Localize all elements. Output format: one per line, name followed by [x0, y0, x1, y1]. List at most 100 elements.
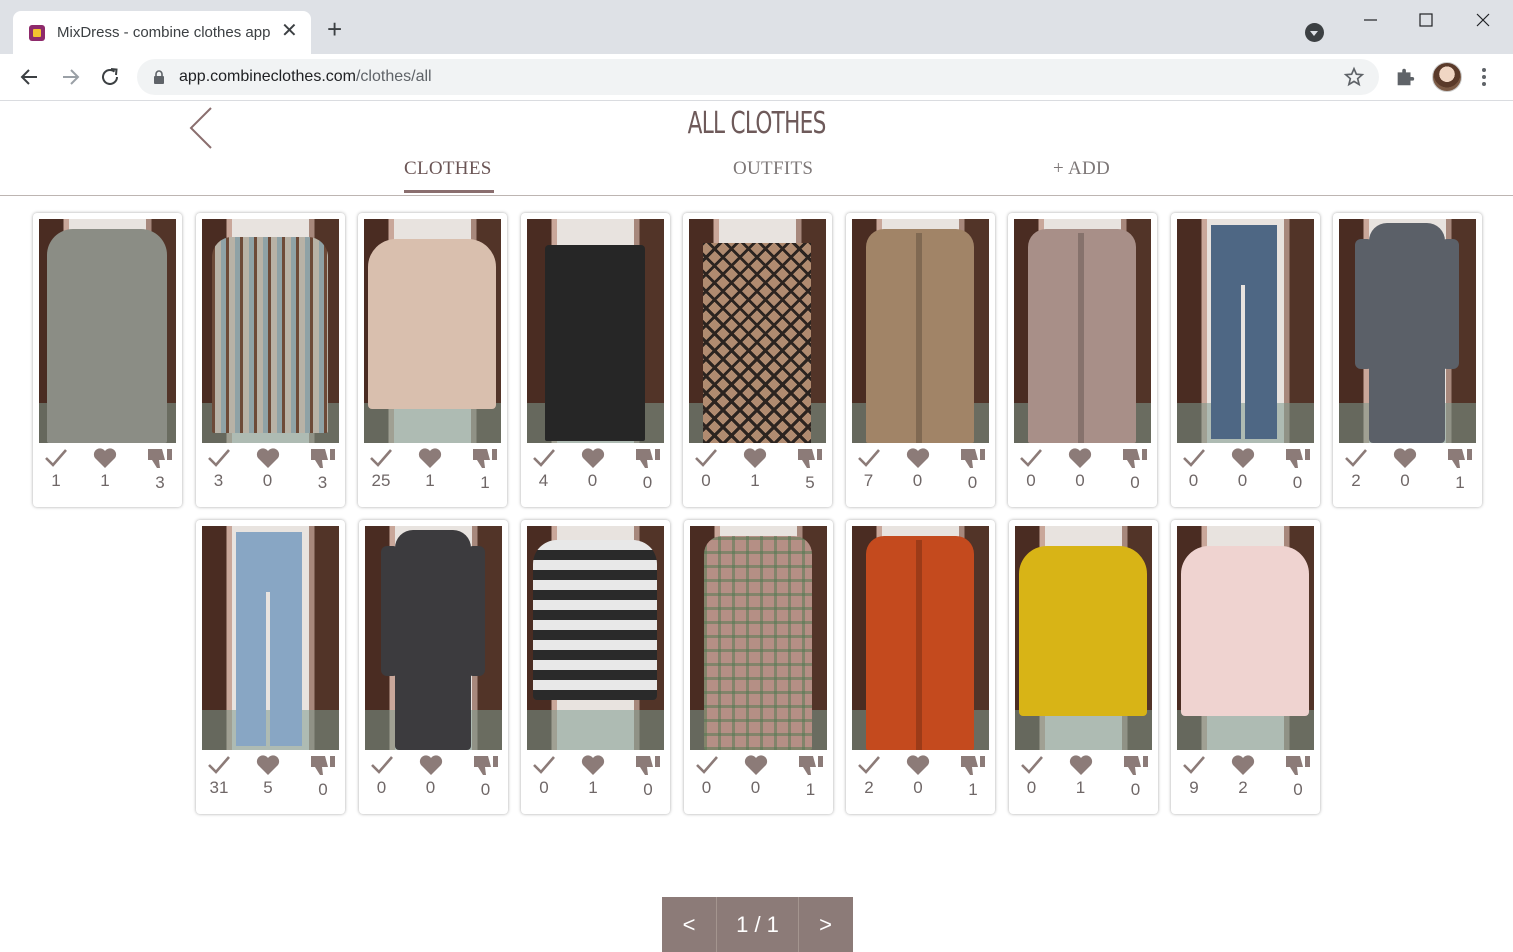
stat-likes[interactable]: 1: [410, 447, 450, 491]
clothes-photo[interactable]: [364, 219, 501, 443]
clothes-photo[interactable]: [364, 526, 502, 750]
forward-arrow-icon[interactable]: [57, 64, 83, 90]
stat-dislikes[interactable]: 0: [628, 447, 668, 493]
stat-dislikes[interactable]: 0: [303, 754, 343, 800]
stat-worn[interactable]: 0: [686, 447, 726, 491]
clothes-photo[interactable]: [201, 219, 339, 443]
clothes-card[interactable]: 25 1 1: [358, 213, 507, 507]
clothes-photo[interactable]: [1176, 219, 1314, 443]
window-close-icon[interactable]: [1463, 8, 1503, 32]
clothes-card[interactable]: 4 0 0: [520, 213, 670, 507]
clothes-photo[interactable]: [689, 219, 826, 443]
close-icon[interactable]: ✕: [281, 19, 298, 43]
clothes-card[interactable]: 0 1 0: [521, 520, 670, 814]
stat-worn[interactable]: 25: [361, 447, 401, 491]
address-bar[interactable]: app.combineclothes.com/clothes/all: [137, 59, 1379, 95]
clothes-photo[interactable]: [1014, 526, 1152, 750]
stat-likes[interactable]: 1: [1061, 754, 1101, 798]
clothes-photo[interactable]: [1014, 219, 1151, 443]
stat-worn[interactable]: 2: [1336, 447, 1376, 491]
stat-worn[interactable]: 31: [199, 754, 239, 798]
back-arrow-icon[interactable]: [17, 64, 43, 90]
stat-dislikes[interactable]: 0: [466, 754, 506, 800]
clothes-card[interactable]: 7 0 0: [845, 213, 995, 507]
stat-likes[interactable]: 5: [248, 754, 288, 798]
browser-tab[interactable]: MixDress - combine clothes app ✕: [13, 11, 311, 54]
clothes-photo[interactable]: [202, 526, 339, 750]
stat-dislikes[interactable]: 0: [1115, 447, 1155, 493]
stat-dislikes[interactable]: 0: [953, 447, 993, 493]
clothes-card[interactable]: 2 0 1: [1333, 213, 1482, 507]
profile-menu-icon[interactable]: [1305, 23, 1324, 42]
stat-likes[interactable]: 2: [1223, 754, 1263, 798]
new-tab-icon[interactable]: +: [327, 16, 342, 42]
stat-dislikes[interactable]: 1: [791, 754, 831, 800]
clothes-card[interactable]: 31 5 0: [196, 520, 345, 814]
clothes-photo[interactable]: [689, 526, 827, 750]
clothes-photo[interactable]: [851, 219, 989, 443]
clothes-photo[interactable]: [39, 219, 176, 443]
clothes-photo[interactable]: [526, 219, 664, 443]
clothes-card[interactable]: 0 0 0: [1170, 213, 1320, 507]
stat-likes[interactable]: 1: [735, 447, 775, 491]
stat-dislikes[interactable]: 1: [953, 754, 993, 800]
stat-likes[interactable]: 0: [411, 754, 451, 798]
tab-outfits[interactable]: OUTFITS: [733, 158, 813, 180]
stat-worn[interactable]: 0: [1012, 754, 1052, 798]
clothes-photo[interactable]: [527, 526, 664, 750]
stat-likes[interactable]: 0: [736, 754, 776, 798]
extensions-puzzle-icon[interactable]: [1394, 66, 1416, 88]
stat-likes[interactable]: 1: [573, 754, 613, 798]
clothes-card[interactable]: 0 0 1: [683, 520, 833, 814]
stat-worn[interactable]: 1: [36, 447, 76, 491]
stat-worn[interactable]: 0: [524, 754, 564, 798]
clothes-card[interactable]: 0 0 0: [1008, 213, 1157, 507]
clothes-card[interactable]: 0 1 5: [683, 213, 832, 507]
stat-likes[interactable]: 0: [248, 447, 288, 491]
stat-worn[interactable]: 0: [1011, 447, 1051, 491]
stat-likes[interactable]: 0: [898, 754, 938, 798]
stat-likes[interactable]: 0: [1060, 447, 1100, 491]
maximize-icon[interactable]: [1406, 8, 1446, 32]
stat-dislikes[interactable]: 5: [790, 447, 830, 493]
clothes-card[interactable]: 0 0 0: [358, 520, 508, 814]
stat-worn[interactable]: 4: [524, 447, 564, 491]
tab-clothes[interactable]: CLOTHES: [404, 158, 492, 180]
prev-page-button[interactable]: <: [662, 897, 716, 952]
stat-worn[interactable]: 2: [849, 754, 889, 798]
stat-dislikes[interactable]: 0: [1278, 447, 1318, 493]
clothes-card[interactable]: 1 1 3: [33, 213, 182, 507]
tab-add[interactable]: + ADD: [1053, 158, 1110, 180]
next-page-button[interactable]: >: [798, 897, 853, 952]
stat-likes[interactable]: 0: [573, 447, 613, 491]
bookmark-star-icon[interactable]: [1343, 66, 1365, 88]
stat-worn[interactable]: 9: [1174, 754, 1214, 798]
clothes-card[interactable]: 3 0 3: [195, 213, 345, 507]
stat-dislikes[interactable]: 1: [1440, 447, 1480, 493]
minimize-icon[interactable]: [1350, 8, 1390, 32]
stat-likes[interactable]: 1: [85, 447, 125, 491]
stat-likes[interactable]: 0: [1385, 447, 1425, 491]
clothes-photo[interactable]: [1177, 526, 1314, 750]
clothes-card[interactable]: 9 2 0: [1171, 520, 1320, 814]
user-avatar[interactable]: [1432, 62, 1462, 92]
stat-dislikes[interactable]: 1: [465, 447, 505, 493]
stat-worn[interactable]: 7: [849, 447, 889, 491]
stat-worn[interactable]: 0: [1174, 447, 1214, 491]
stat-worn[interactable]: 0: [362, 754, 402, 798]
stat-dislikes[interactable]: 0: [1278, 754, 1318, 800]
more-vertical-icon[interactable]: [1478, 66, 1490, 88]
clothes-card[interactable]: 0 1 0: [1008, 520, 1158, 814]
stat-dislikes[interactable]: 0: [628, 754, 668, 800]
stat-likes[interactable]: 0: [898, 447, 938, 491]
stat-worn[interactable]: 0: [687, 754, 727, 798]
reload-icon[interactable]: [97, 64, 123, 90]
stat-dislikes[interactable]: 3: [140, 447, 180, 493]
stat-dislikes[interactable]: 0: [1116, 754, 1156, 800]
clothes-card[interactable]: 2 0 1: [846, 520, 995, 814]
clothes-photo[interactable]: [852, 526, 989, 750]
stat-dislikes[interactable]: 3: [303, 447, 343, 493]
stat-likes[interactable]: 0: [1223, 447, 1263, 491]
clothes-photo[interactable]: [1339, 219, 1476, 443]
stat-worn[interactable]: 3: [199, 447, 239, 491]
